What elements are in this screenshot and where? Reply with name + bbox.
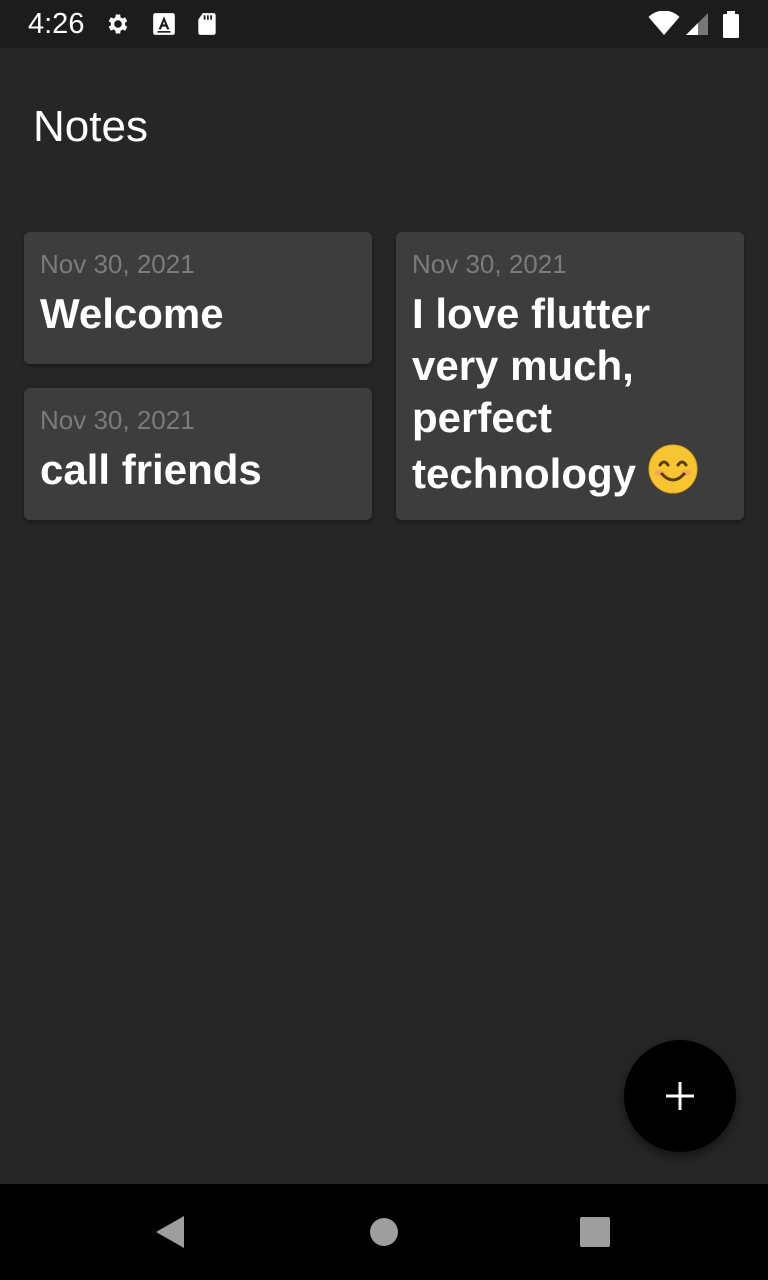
gear-icon — [105, 11, 131, 37]
wifi-icon — [648, 10, 680, 37]
recents-button[interactable] — [535, 1184, 655, 1280]
note-card[interactable]: Nov 30, 2021 I love flutter very much, p… — [396, 232, 744, 520]
note-date: Nov 30, 2021 — [40, 249, 195, 279]
note-card[interactable]: Nov 30, 2021 Welcome — [24, 232, 372, 364]
battery-icon — [722, 11, 740, 38]
smiling-face-icon — [648, 444, 698, 494]
note-card[interactable]: Nov 30, 2021 call friends — [24, 388, 372, 520]
back-button[interactable] — [110, 1184, 230, 1280]
back-icon — [156, 1216, 184, 1248]
note-title: I love flutter very much, perfect techno… — [412, 290, 651, 497]
plus-icon — [666, 1082, 694, 1110]
add-note-button[interactable] — [624, 1040, 736, 1152]
status-time: 4:26 — [28, 8, 85, 40]
note-date: Nov 30, 2021 — [412, 249, 567, 279]
home-icon — [370, 1218, 398, 1246]
note-title: Welcome — [40, 290, 224, 337]
home-button[interactable] — [324, 1184, 444, 1280]
navigation-bar — [0, 1184, 768, 1280]
page-title: Notes — [33, 102, 148, 151]
cell-signal-icon — [684, 11, 710, 37]
note-title: call friends — [40, 446, 262, 493]
recents-icon — [580, 1217, 610, 1247]
sd-card-icon — [194, 11, 220, 37]
note-title-block: I love flutter very much, perfect techno… — [412, 288, 728, 500]
note-date: Nov 30, 2021 — [40, 405, 195, 435]
notes-screen: 4:26 Notes Nov 30, 2021 Welcome Nov 30, … — [0, 0, 768, 1280]
status-bar: 4:26 — [0, 0, 768, 48]
accessibility-a-icon — [151, 11, 177, 37]
